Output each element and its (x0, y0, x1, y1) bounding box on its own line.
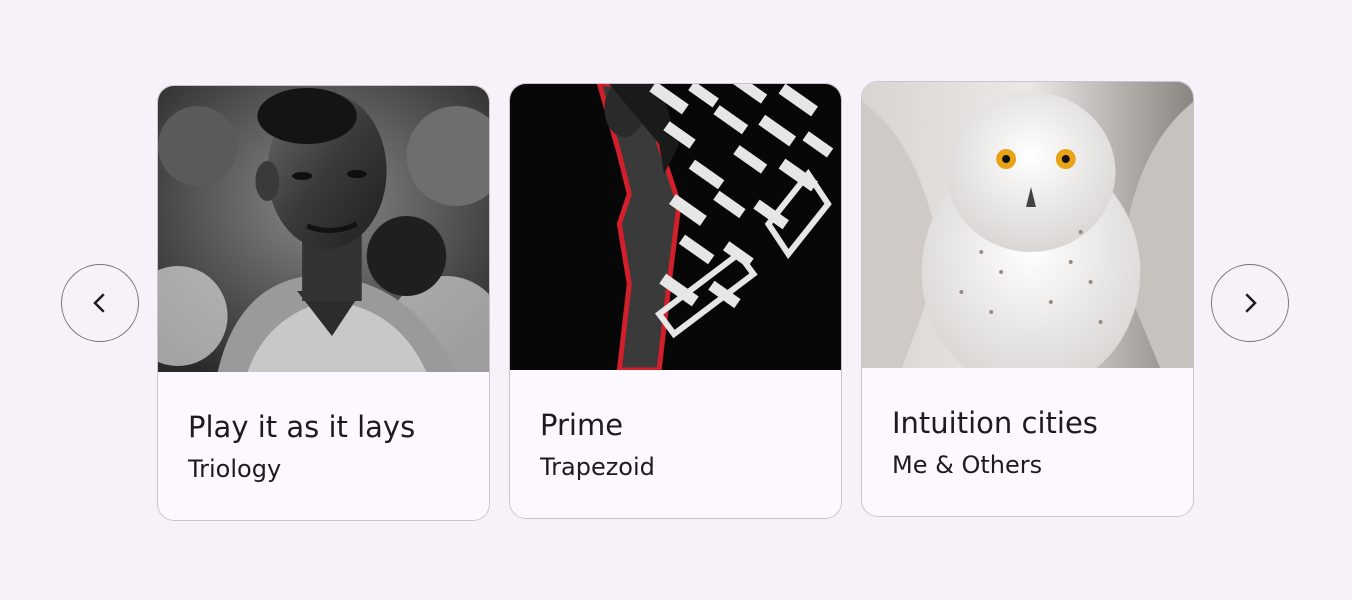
carousel-card-intuition-cities[interactable]: Intuition cities Me & Others (861, 81, 1194, 517)
card-title: Intuition cities (892, 406, 1098, 440)
card-subtitle: Trapezoid (540, 453, 655, 481)
card-subtitle: Triology (188, 455, 282, 483)
chevron-left-icon (93, 293, 105, 313)
carousel-next-button[interactable] (1211, 264, 1289, 342)
card-title: Prime (540, 408, 624, 442)
card-title: Play it as it lays (188, 410, 416, 444)
card-image-portrait (158, 86, 489, 372)
carousel-prev-button[interactable] (61, 264, 139, 342)
card-subtitle: Me & Others (892, 451, 1043, 479)
carousel-card-prime[interactable]: Prime Trapezoid (509, 83, 842, 519)
carousel-card-play-it-as-it-lays[interactable]: Play it as it lays Triology (157, 85, 490, 521)
card-image-snowy-owl (862, 82, 1193, 368)
chevron-right-icon (1245, 293, 1257, 313)
card-image-graphic-figure (510, 84, 841, 370)
